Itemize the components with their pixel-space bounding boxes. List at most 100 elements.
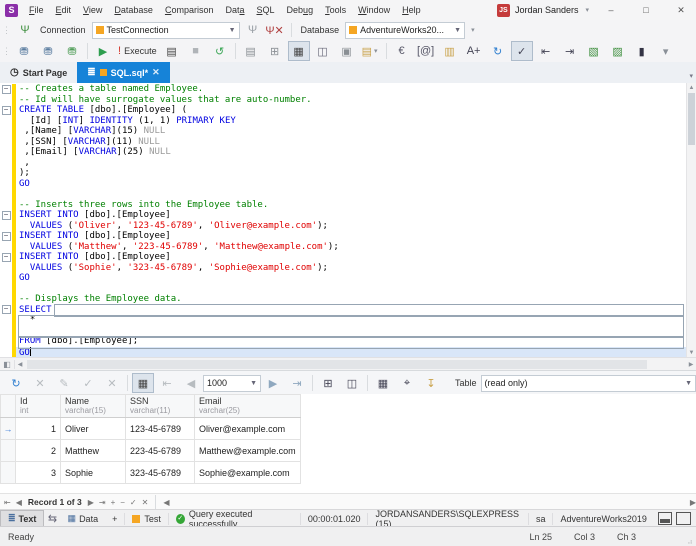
next-record-icon[interactable]: ▶ — [88, 498, 94, 507]
editor-line[interactable] — [0, 189, 687, 200]
fold-collapse-icon[interactable]: − — [2, 211, 11, 220]
editor-line[interactable]: −CREATE TABLE [dbo].[Employee] ( — [0, 105, 687, 116]
menu-file[interactable]: File — [23, 0, 50, 20]
tab-scroll-caret-icon[interactable]: ▾ — [689, 72, 696, 83]
delete-record-icon[interactable]: − — [120, 498, 125, 507]
indent-decrease-button[interactable]: ⇤ — [535, 41, 557, 61]
stop-results-button[interactable]: ✕ — [29, 373, 51, 393]
editor-line[interactable]: -- Id will have surrogate values that ar… — [0, 95, 687, 106]
start-debug-button[interactable]: ▶ — [92, 41, 114, 61]
parameters-button[interactable]: € — [391, 41, 413, 61]
editor-line[interactable]: FROM [dbo].[Employee]; — [0, 336, 687, 347]
cancel-changes-button[interactable]: ✕ — [101, 373, 123, 393]
first-page-button[interactable]: ⇤ — [156, 373, 178, 393]
connection-combo-caret-icon[interactable]: ▼ — [229, 27, 236, 34]
new-sql-button[interactable]: ⛃ — [13, 41, 35, 61]
menu-sql[interactable]: SQL — [251, 0, 281, 20]
menu-edit[interactable]: Edit — [50, 0, 78, 20]
cell[interactable]: 323-45-6789 — [126, 462, 195, 484]
editor-line[interactable]: −SELECT — [0, 305, 687, 316]
execute-button[interactable]: !Execute — [116, 41, 159, 61]
editor-line[interactable]: GO — [0, 347, 687, 358]
column-header-ssn[interactable]: SSNvarchar(11) — [126, 395, 195, 418]
table-mode-combo[interactable]: (read only) ▼ — [481, 375, 696, 392]
tab-sql-sql-[interactable]: ≣SQL.sql*✕ — [77, 62, 169, 83]
window-layout-button[interactable]: ◫ — [312, 41, 334, 61]
cell[interactable]: 123-45-6789 — [126, 418, 195, 440]
folder-go-button[interactable]: ▥ — [439, 41, 461, 61]
data-import-button[interactable]: ▦ — [288, 41, 310, 61]
editor-line[interactable] — [0, 284, 687, 295]
table-row[interactable]: 3Sophie323-45-6789Sophie@example.com — [1, 462, 301, 484]
tab-close-icon[interactable]: ✕ — [152, 67, 160, 78]
execute-script-button[interactable]: ▤ — [161, 41, 183, 61]
table-mode-caret-icon[interactable]: ▼ — [685, 380, 692, 387]
editor-line[interactable]: ,[SSN] [VARCHAR](11) NULL — [0, 137, 687, 148]
editor-vertical-scrollbar[interactable]: ▲ ▼ — [686, 83, 696, 357]
last-page-button[interactable]: ⇥ — [286, 373, 308, 393]
column-header-email[interactable]: Emailvarchar(25) — [195, 395, 301, 418]
editor-line[interactable]: ,[Email] [VARCHAR](25) NULL — [0, 147, 687, 158]
cell[interactable]: Matthew@example.com — [195, 440, 301, 462]
tab-start-page[interactable]: ◷Start Page — [0, 62, 77, 83]
uncomment-button[interactable]: ▨ — [607, 41, 629, 61]
page-size-caret-icon[interactable]: ▼ — [250, 380, 257, 387]
menu-database[interactable]: Database — [108, 0, 159, 20]
text-size-button[interactable]: A+ — [463, 41, 485, 61]
export-grid-button[interactable]: ↧ — [420, 373, 442, 393]
first-record-icon[interactable]: ⇤ — [4, 498, 11, 507]
menu-tools[interactable]: Tools — [319, 0, 352, 20]
connection-combo[interactable]: TestConnection ▼ — [92, 22, 240, 39]
cell[interactable]: 2 — [16, 440, 61, 462]
refresh-results-button[interactable]: ↻ — [5, 373, 27, 393]
fold-collapse-icon[interactable]: − — [2, 232, 11, 241]
editor-line[interactable]: −INSERT INTO [dbo].[Employee] — [0, 210, 687, 221]
fold-collapse-icon[interactable]: − — [2, 106, 11, 115]
split-view-handle-icon[interactable]: ◧ — [0, 360, 15, 369]
table-row[interactable]: 2Matthew223-45-6789Matthew@example.com — [1, 440, 301, 462]
editor-line[interactable]: -- Inserts three rows into the Employee … — [0, 200, 687, 211]
editor-line[interactable]: ); — [0, 168, 687, 179]
editor-line[interactable]: [Id] [INT] IDENTITY (1, 1) PRIMARY KEY — [0, 116, 687, 127]
snapshot-button[interactable]: ▤ — [240, 41, 262, 61]
cell[interactable]: Oliver — [61, 418, 126, 440]
page-size-combo[interactable]: 1000▼ — [203, 375, 261, 392]
post-edit-icon[interactable]: ✓ — [130, 498, 137, 507]
indent-increase-button[interactable]: ⇥ — [559, 41, 581, 61]
editor-line[interactable]: −INSERT INTO [dbo].[Employee] — [0, 252, 687, 263]
edit-data-button[interactable]: ✎ — [53, 373, 75, 393]
macro-button[interactable]: [@] — [415, 41, 437, 61]
editor-line[interactable]: VALUES ('Oliver', '123-45-6789', 'Oliver… — [0, 221, 687, 232]
fold-collapse-icon[interactable]: − — [2, 253, 11, 262]
scroll-right-icon[interactable]: ▶ — [686, 361, 696, 368]
menu-window[interactable]: Window — [352, 0, 396, 20]
card-view-button[interactable]: ◫ — [341, 373, 363, 393]
column-header-name[interactable]: Namevarchar(15) — [61, 395, 126, 418]
editor-line[interactable]: −INSERT INTO [dbo].[Employee] — [0, 231, 687, 242]
toolbar-overflow-button[interactable]: ▾ — [655, 41, 677, 61]
row-selector[interactable]: → — [1, 418, 16, 440]
editor-line[interactable]: GO — [0, 273, 687, 284]
scroll-up-icon[interactable]: ▲ — [687, 83, 696, 92]
cancel-edit-icon[interactable]: ✕ — [142, 498, 149, 507]
menu-data[interactable]: Data — [219, 0, 250, 20]
menu-debug[interactable]: Debug — [281, 0, 320, 20]
database-combo-caret-icon[interactable]: ▼ — [454, 27, 461, 34]
editor-line[interactable]: −-- Creates a table named Employee. — [0, 84, 687, 95]
paging-button[interactable]: ▦ — [132, 373, 154, 393]
editor-line[interactable]: * — [0, 315, 687, 326]
add-view-button[interactable]: + — [105, 511, 124, 526]
last-record-icon[interactable]: ⇥ — [99, 498, 106, 507]
editor-line[interactable]: GO — [0, 179, 687, 190]
fold-collapse-icon[interactable]: − — [2, 85, 11, 94]
scroll-left-icon[interactable]: ◀ — [15, 361, 25, 368]
grid-scroll-left-icon[interactable]: ◀ — [163, 498, 169, 507]
editor-line[interactable]: ,[Name] [VARCHAR](15) NULL — [0, 126, 687, 137]
cell[interactable]: Matthew — [61, 440, 126, 462]
editor-line[interactable]: , — [0, 158, 687, 169]
resize-grip-icon[interactable]: ⣠ — [687, 535, 694, 544]
editor-line[interactable]: VALUES ('Matthew', '223-45-6789', 'Matth… — [0, 242, 687, 253]
disconnect-icon[interactable]: Ψ✕ — [266, 22, 284, 38]
tab-text-view[interactable]: ≣ Text — [0, 510, 44, 527]
connect-icon[interactable]: Ψ — [244, 22, 262, 38]
